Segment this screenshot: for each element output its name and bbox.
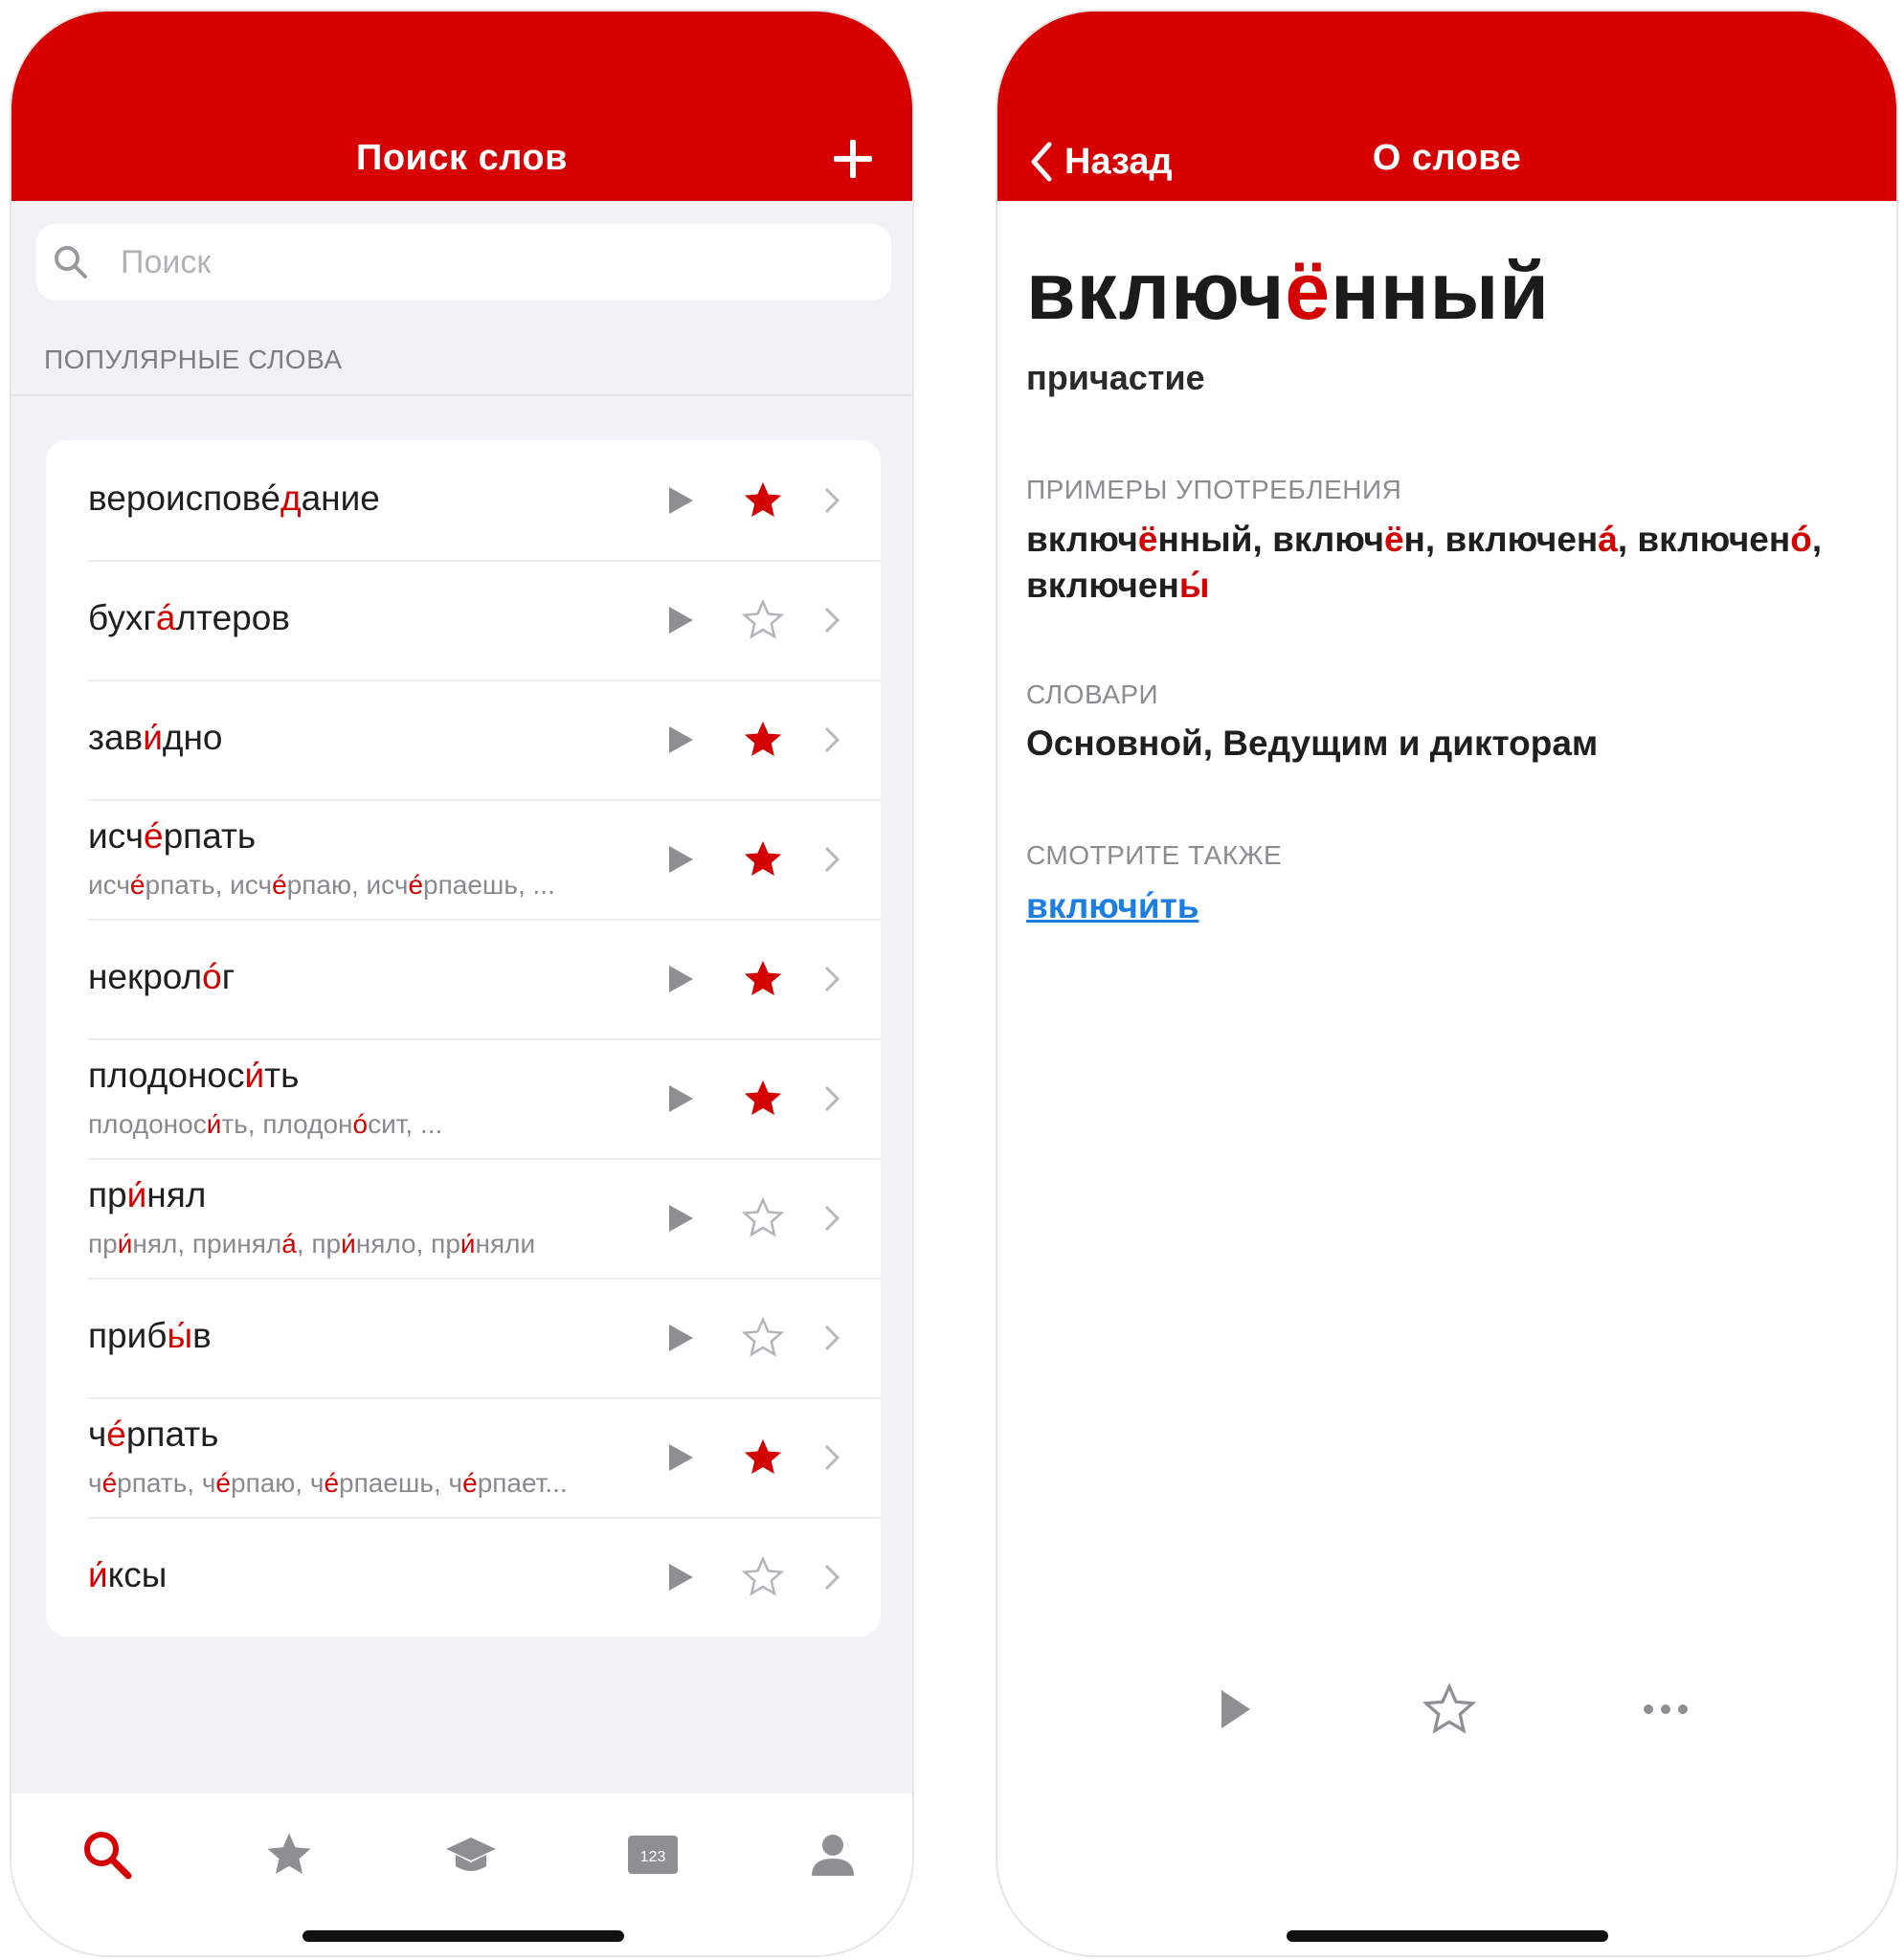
star-filled-icon[interactable] xyxy=(741,1436,785,1480)
word-label: прибы́в xyxy=(88,1316,212,1355)
star-filled-icon[interactable] xyxy=(741,479,785,523)
search-input[interactable] xyxy=(121,235,867,289)
section-header: ПОПУЛЯРНЫЕ СЛОВА xyxy=(44,345,343,374)
see-also-label: СМОТРИТЕ ТАКЖЕ xyxy=(1026,840,1283,870)
list-item[interactable]: при́нял при́нял, принялá, при́няло, при́… xyxy=(46,1158,881,1278)
favorites-star-icon[interactable] xyxy=(260,1826,318,1883)
divider xyxy=(11,394,912,396)
chevron-right-icon[interactable] xyxy=(823,606,840,635)
star-filled-icon[interactable] xyxy=(741,718,785,762)
list-item[interactable]: бухгáлтеров xyxy=(46,560,881,679)
play-icon[interactable] xyxy=(666,964,695,994)
search-icon xyxy=(55,246,87,278)
chevron-right-icon[interactable] xyxy=(823,1563,840,1592)
see-also-link[interactable]: включи́ть xyxy=(1026,886,1199,926)
chevron-right-icon[interactable] xyxy=(823,1443,840,1472)
chevron-right-icon[interactable] xyxy=(823,1084,840,1113)
chevron-right-icon[interactable] xyxy=(823,486,840,515)
search-screen: Поиск слов ПОПУЛЯРНЫЕ СЛОВА верoисповéда… xyxy=(10,10,914,1957)
word-label: чéрпать xyxy=(88,1414,219,1454)
svg-text:123: 123 xyxy=(640,1849,666,1865)
play-icon[interactable] xyxy=(666,1083,695,1114)
list-item[interactable]: некролóг xyxy=(46,919,881,1038)
word-detail-screen: Назад О слове включённый причастие ПРИМЕ… xyxy=(996,10,1898,1957)
star-filled-icon[interactable] xyxy=(741,837,785,881)
star-outline-icon[interactable] xyxy=(741,1316,785,1360)
list-item[interactable]: плодоноси́ть плодоноси́ть, плодонóсит, .… xyxy=(46,1038,881,1158)
play-icon[interactable] xyxy=(666,724,695,755)
play-icon[interactable] xyxy=(666,1203,695,1234)
list-item[interactable]: верoисповéдание xyxy=(46,440,881,560)
word-forms: при́нял, принялá, при́няло, при́няли xyxy=(88,1229,536,1258)
examples-label: ПРИМЕРЫ УПОТРЕБЛЕНИЯ xyxy=(1026,475,1402,504)
chevron-right-icon[interactable] xyxy=(823,845,840,874)
star-filled-icon[interactable] xyxy=(741,1077,785,1121)
word-label: некролóг xyxy=(88,957,235,996)
search-bar[interactable] xyxy=(36,224,891,301)
nav-title: О слове xyxy=(1372,138,1522,178)
play-icon[interactable] xyxy=(666,605,695,635)
play-icon[interactable] xyxy=(666,485,695,516)
search-icon[interactable] xyxy=(78,1826,136,1883)
dictionaries-text: Основной, Ведущим и дикторам xyxy=(1026,724,1599,763)
list-item[interactable]: зави́дно xyxy=(46,679,881,799)
profile-icon[interactable] xyxy=(804,1826,862,1883)
play-icon[interactable] xyxy=(666,1323,695,1353)
plus-icon[interactable] xyxy=(834,140,872,178)
headword: включённый xyxy=(1026,246,1550,336)
word-label: зави́дно xyxy=(88,718,223,757)
play-icon[interactable] xyxy=(1206,1681,1264,1738)
word-label: и́ксы xyxy=(88,1555,168,1594)
home-indicator xyxy=(302,1930,624,1942)
part-of-speech: причастие xyxy=(1026,358,1205,397)
word-forms: исчéрпать, исчéрпаю, исчéрпаешь, ... xyxy=(88,870,555,900)
word-forms: чéрпать, чéрпаю, чéрпаешь, чéрпает... xyxy=(88,1468,568,1498)
dictionaries-label: СЛОВАРИ xyxy=(1026,679,1159,709)
more-dots-icon[interactable] xyxy=(1637,1681,1694,1738)
star-outline-icon[interactable] xyxy=(741,1196,785,1240)
navigation-bar: Поиск слов xyxy=(11,11,912,201)
list-item[interactable]: чéрпать чéрпать, чéрпаю, чéрпаешь, чéрпа… xyxy=(46,1397,881,1517)
star-filled-icon[interactable] xyxy=(741,957,785,1001)
nav-title: Поиск слов xyxy=(356,138,568,178)
chevron-right-icon[interactable] xyxy=(823,1324,840,1352)
chevron-right-icon[interactable] xyxy=(823,1204,840,1233)
play-icon[interactable] xyxy=(666,1442,695,1473)
word-label: верoисповéдание xyxy=(88,479,380,518)
list-item[interactable]: исчéрпать исчéрпать, исчéрпаю, исчéрпаеш… xyxy=(46,799,881,919)
chevron-right-icon[interactable] xyxy=(823,725,840,754)
examples-text: включённый, включён, включенá, включенó,… xyxy=(1026,520,1823,605)
word-label: исчéрпать xyxy=(88,816,257,856)
navigation-bar: Назад О слове xyxy=(997,11,1896,201)
popular-words-list: верoисповéдание бухгáлтеров зави́дно исч… xyxy=(46,440,881,1637)
word-forms: плодоноси́ть, плодонóсит, ... xyxy=(88,1109,443,1139)
list-item[interactable]: прибы́в xyxy=(46,1278,881,1397)
chevron-right-icon[interactable] xyxy=(823,965,840,993)
numbers-123-icon[interactable]: 123 xyxy=(624,1826,682,1883)
word-label: при́нял xyxy=(88,1175,207,1214)
play-icon[interactable] xyxy=(666,1562,695,1592)
star-outline-icon[interactable] xyxy=(1421,1681,1478,1738)
star-outline-icon[interactable] xyxy=(741,598,785,642)
list-item[interactable]: и́ксы xyxy=(46,1517,881,1637)
play-icon[interactable] xyxy=(666,844,695,875)
learning-cap-icon[interactable] xyxy=(442,1826,500,1883)
star-outline-icon[interactable] xyxy=(741,1555,785,1599)
word-label: плодоноси́ть xyxy=(88,1056,300,1095)
home-indicator xyxy=(1287,1930,1608,1942)
word-label: бухгáлтеров xyxy=(88,598,290,637)
